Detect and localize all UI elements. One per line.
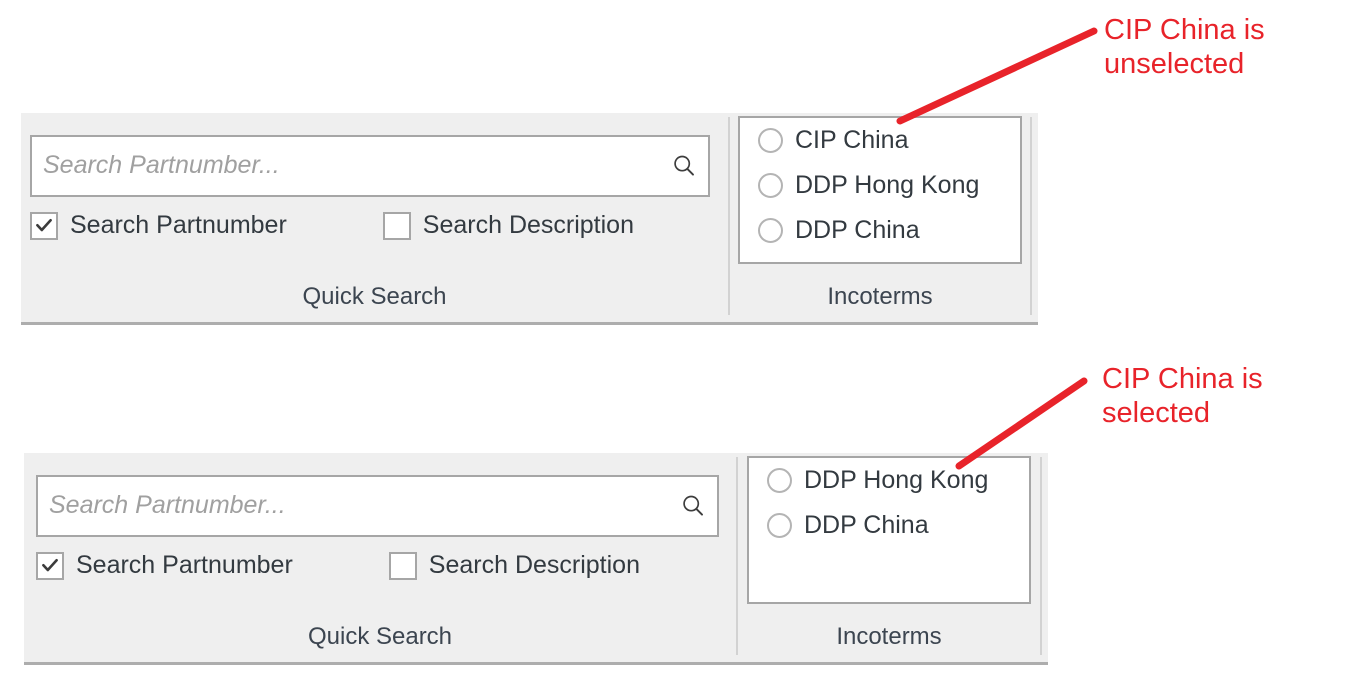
checkbox-box-checked[interactable]: [30, 211, 58, 240]
radio-option-ddp-china[interactable]: DDP China: [767, 511, 929, 540]
group-separator-right: [1030, 117, 1032, 315]
radio-circle-unselected[interactable]: [758, 173, 783, 198]
check-icon: [34, 215, 54, 235]
checkbox-box-unchecked[interactable]: [388, 551, 417, 580]
group-caption-quick-search-top: Quick Search: [302, 283, 447, 310]
radio-option-cip-china[interactable]: CIP China: [758, 126, 909, 155]
radio-circle-unselected[interactable]: [758, 128, 783, 153]
search-options-row-bottom: Search Partnumber Search Description: [36, 551, 640, 580]
incoterms-list-top[interactable]: CIP China DDP Hong Kong DDP China: [738, 116, 1022, 264]
radio-option-ddp-hong-kong[interactable]: DDP Hong Kong: [758, 171, 979, 200]
radio-circle-unselected[interactable]: [767, 468, 792, 493]
annotation-leader-line-top: [896, 27, 1098, 125]
group-separator-right: [1040, 457, 1042, 655]
checkbox-label: Search Partnumber: [76, 551, 293, 579]
ribbon-panel-bottom: Search Partnumber... Search Partnumber S…: [24, 453, 1048, 665]
group-caption-incoterms-bottom: Incoterms: [836, 623, 942, 650]
quick-search-group-top: Search Partnumber... Search Partnumber S…: [21, 113, 728, 321]
search-input-top[interactable]: Search Partnumber...: [30, 135, 710, 197]
radio-label: DDP Hong Kong: [804, 466, 989, 494]
radio-option-ddp-hong-kong[interactable]: DDP Hong Kong: [767, 466, 988, 495]
checkbox-search-description-top[interactable]: Search Description: [382, 211, 634, 240]
radio-label: CIP China: [795, 126, 909, 154]
radio-option-ddp-china[interactable]: DDP China: [758, 216, 920, 245]
ribbon-panel-top: Search Partnumber... Search Partnumber S…: [21, 113, 1038, 325]
radio-label: DDP China: [804, 511, 929, 539]
incoterms-group-bottom: DDP Hong Kong DDP China Incoterms: [738, 453, 1040, 661]
annotation-text-bottom: CIP China is selected: [1102, 363, 1263, 430]
search-icon[interactable]: [681, 494, 705, 518]
quick-search-group-bottom: Search Partnumber... Search Partnumber S…: [24, 453, 736, 661]
checkbox-search-partnumber-bottom[interactable]: Search Partnumber: [36, 551, 293, 580]
incoterms-group-top: CIP China DDP Hong Kong DDP China Incote…: [730, 113, 1030, 321]
checkbox-box-unchecked[interactable]: [382, 211, 411, 240]
group-caption-incoterms-top: Incoterms: [827, 283, 933, 310]
search-input-placeholder: Search Partnumber...: [49, 490, 286, 519]
radio-label: DDP Hong Kong: [795, 171, 980, 199]
checkbox-search-description-bottom[interactable]: Search Description: [388, 551, 640, 580]
group-caption-quick-search-bottom: Quick Search: [307, 623, 453, 650]
radio-circle-unselected[interactable]: [767, 513, 792, 538]
incoterms-list-bottom[interactable]: DDP Hong Kong DDP China: [747, 456, 1031, 604]
search-icon[interactable]: [672, 154, 696, 178]
screenshot-root: Search Partnumber... Search Partnumber S…: [0, 0, 1360, 682]
checkbox-label: Search Description: [428, 551, 640, 579]
checkbox-search-partnumber-top[interactable]: Search Partnumber: [30, 211, 287, 240]
check-icon: [40, 555, 60, 575]
search-input-bottom[interactable]: Search Partnumber...: [36, 475, 719, 537]
search-options-row-top: Search Partnumber Search Description: [30, 211, 634, 240]
radio-circle-unselected[interactable]: [758, 218, 783, 243]
checkbox-label: Search Description: [422, 211, 634, 239]
annotation-text-top: CIP China is unselected: [1104, 14, 1265, 81]
checkbox-label: Search Partnumber: [70, 211, 287, 239]
radio-label: DDP China: [795, 216, 920, 244]
checkbox-box-checked[interactable]: [36, 551, 64, 580]
search-input-placeholder: Search Partnumber...: [43, 150, 280, 179]
